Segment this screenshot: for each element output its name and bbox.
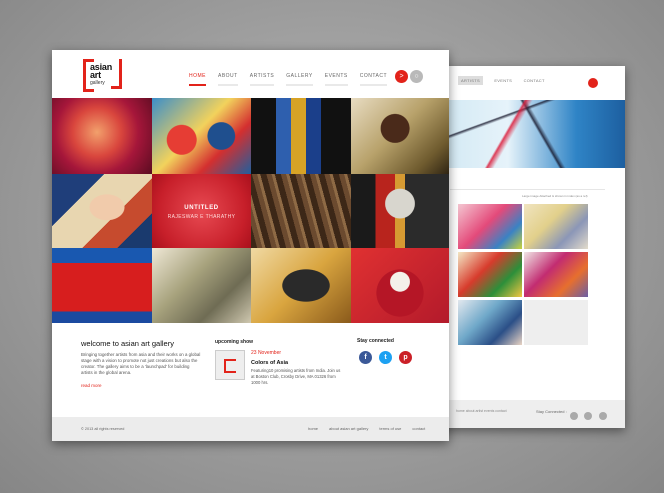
secondary-footer: home about artist events contact Stay Co… xyxy=(430,400,625,428)
welcome-text: Bringing together artists from asia and … xyxy=(81,352,201,375)
main-nav: HOME ABOUT ARTISTS GALLERY EVENTS CONTAC… xyxy=(189,73,399,86)
featured-artwork-tile[interactable]: UNTITLED RAJESWAR E THARATHY xyxy=(152,174,251,248)
secondary-nav: ARTISTS EVENTS CONTACT xyxy=(458,76,555,85)
upcoming-show-title[interactable]: Colors of Asia xyxy=(251,360,288,366)
secondary-stay-connected: Stay Connected : xyxy=(536,409,567,414)
secondary-page-mockup: ARTISTS EVENTS CONTACT Large image Attac… xyxy=(430,66,625,428)
artwork-grid: UNTITLED RAJESWAR E THARATHY xyxy=(52,98,449,323)
secondary-divider xyxy=(450,189,605,190)
nav-home[interactable]: HOME xyxy=(189,73,206,86)
nav-gallery[interactable]: GALLERY xyxy=(286,73,313,86)
secondary-thumb-1[interactable] xyxy=(458,204,522,249)
facebook-icon[interactable]: f xyxy=(359,351,372,364)
featured-artwork-artist: RAJESWAR E THARATHY xyxy=(167,214,236,220)
artwork-tile-9[interactable] xyxy=(52,248,152,323)
read-more-link[interactable]: read more xyxy=(81,383,102,388)
site-footer: © 2013 all rights reserved home about as… xyxy=(52,417,449,441)
secondary-thumb-5[interactable] xyxy=(458,300,522,345)
artwork-tile-1[interactable] xyxy=(52,98,152,174)
secondary-social-icon-3[interactable] xyxy=(598,412,607,420)
nav-artists[interactable]: ARTISTS xyxy=(249,73,275,86)
upcoming-show-thumbnail[interactable] xyxy=(215,350,245,380)
nav-events[interactable]: EVENTS xyxy=(324,73,348,86)
footer-link-about[interactable]: about asian art gallery xyxy=(329,426,368,431)
upcoming-show-date: 23 November xyxy=(251,350,282,356)
featured-artwork-title: UNTITLED xyxy=(184,205,219,211)
secondary-thumb-4[interactable] xyxy=(524,252,588,297)
logo-word-art: art xyxy=(90,70,101,80)
logo-bracket-right xyxy=(111,59,122,89)
copyright-text: © 2013 all rights reserved xyxy=(81,427,125,431)
search-icon[interactable]: ○ xyxy=(410,70,423,83)
footer-link-terms[interactable]: terms of use xyxy=(379,426,401,431)
nav-about[interactable]: ABOUT xyxy=(218,73,238,86)
secondary-thumb-3[interactable] xyxy=(458,252,522,297)
secondary-social-icon-1[interactable] xyxy=(570,412,578,420)
footer-links: home about asian art gallery terms of us… xyxy=(308,426,436,431)
twitter-icon[interactable]: t xyxy=(379,351,392,364)
upcoming-show-heading: upcoming show xyxy=(215,339,254,345)
secondary-footer-links[interactable]: home about artist events contact xyxy=(456,409,507,413)
secondary-thumb-6 xyxy=(524,300,588,345)
nav-contact[interactable]: CONTACT xyxy=(359,73,388,86)
artwork-tile-8[interactable] xyxy=(351,174,449,248)
logo-word-gallery: gallery xyxy=(90,80,105,86)
secondary-social-icon-2[interactable] xyxy=(584,412,593,420)
footer-link-contact[interactable]: contact xyxy=(412,426,425,431)
home-page-mockup: asian art gallery HOME ABOUT ARTISTS GAL… xyxy=(52,50,449,441)
secondary-nav-events[interactable]: EVENTS xyxy=(494,78,512,83)
artwork-tile-4[interactable] xyxy=(351,98,449,174)
secondary-caption: Large image Attached & shown in index (a… xyxy=(522,194,588,198)
artwork-tile-3[interactable] xyxy=(251,98,351,174)
footer-link-home[interactable]: home xyxy=(308,426,318,431)
welcome-heading: welcome to asian art gallery xyxy=(81,339,174,348)
secondary-social-icons xyxy=(570,407,609,425)
secondary-nav-artists[interactable]: ARTISTS xyxy=(458,76,483,85)
site-logo[interactable]: asian art gallery xyxy=(83,58,123,92)
secondary-share-icon[interactable] xyxy=(588,78,598,88)
stay-connected-heading: Stay connected xyxy=(357,338,394,344)
secondary-thumb-2[interactable] xyxy=(524,204,588,249)
artwork-tile-10[interactable] xyxy=(152,248,251,323)
artwork-tile-11[interactable] xyxy=(251,248,351,323)
secondary-nav-contact[interactable]: CONTACT xyxy=(524,78,545,83)
upcoming-show-description: Featuring10 promising artists from India… xyxy=(251,368,341,385)
secondary-hero-image xyxy=(430,100,625,168)
artwork-tile-12[interactable] xyxy=(351,248,449,323)
share-icon[interactable]: > xyxy=(395,70,408,83)
artwork-tile-2[interactable] xyxy=(152,98,251,174)
pinterest-icon[interactable]: p xyxy=(399,351,412,364)
artwork-tile-7[interactable] xyxy=(251,174,351,248)
artwork-tile-5[interactable] xyxy=(52,174,152,248)
